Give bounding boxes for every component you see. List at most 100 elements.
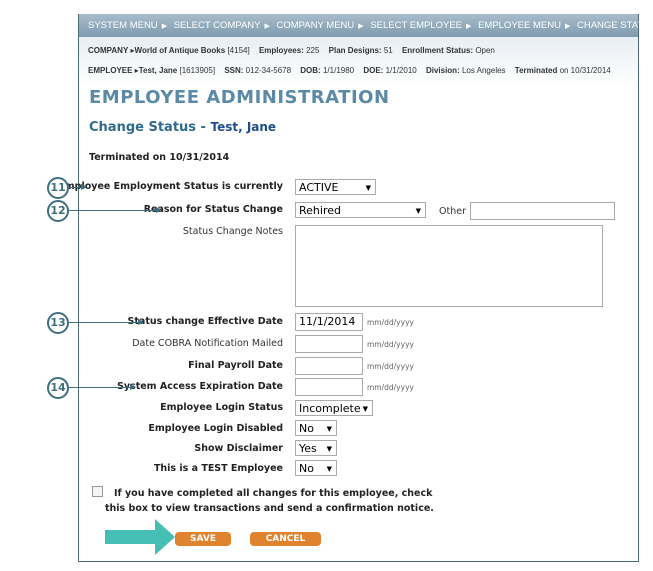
plans-label: Plan Designs: (328, 46, 382, 55)
callout-12: 12 (47, 200, 69, 222)
employee-name: Test, Jane (138, 66, 178, 75)
page-subtitle: Change Status - Test, Jane (89, 120, 276, 135)
employee-info: EMPLOYEE ▸Test, Jane [1613905] SSN: 012-… (88, 66, 611, 75)
notes-textarea[interactable] (295, 225, 603, 307)
date-format-hint: mm/dd/yyyy (367, 362, 414, 371)
chevron-right-icon: ▶ (161, 23, 168, 30)
notes-label: Status Change Notes (182, 226, 283, 237)
login-disabled-select[interactable]: No ▼ (295, 420, 337, 436)
callout-line (69, 210, 157, 211)
callout-line (69, 387, 131, 388)
callout-line (69, 187, 81, 188)
cobra-date-label: Date COBRA Notification Mailed (132, 338, 283, 349)
terminated-value: on 10/31/2014 (559, 66, 611, 75)
effective-date-label: Status change Effective Date (127, 316, 283, 327)
callout-14: 14 (47, 377, 69, 399)
dropdown-arrow-icon: ▼ (326, 445, 332, 453)
enroll-label: Enrollment Status: (401, 46, 474, 55)
enroll-status: Open (475, 46, 495, 55)
plans-count: 51 (383, 46, 393, 55)
employee-label: EMPLOYEE (88, 66, 133, 75)
company-id: [4154] (227, 46, 250, 55)
division-label: Division: (425, 66, 460, 75)
subtitle-text: Change Status - (89, 120, 211, 135)
info-bar: COMPANY ▸World of Antique Books [4154] E… (79, 37, 638, 86)
division-value: Los Angeles (461, 66, 506, 75)
arrowhead-icon (156, 207, 162, 213)
disclaimer-select[interactable]: Yes ▼ (295, 440, 337, 456)
callout-line (69, 322, 139, 323)
employees-count: 225 (306, 46, 320, 55)
arrow-pointer-icon (105, 519, 175, 555)
login-disabled-value: No (299, 422, 314, 435)
dropdown-arrow-icon: ▼ (415, 207, 421, 215)
dropdown-arrow-icon: ▼ (326, 465, 332, 473)
crumb-company-menu[interactable]: COMPANY MENU (277, 20, 355, 31)
crumb-change-status: CHANGE STATUS (576, 20, 653, 31)
dob-label: DOB: (300, 66, 321, 75)
access-date-label: System Access Expiration Date (117, 381, 283, 392)
subtitle-employee-name: Test, Jane (210, 120, 277, 134)
ssn-label: SSN: (224, 66, 244, 75)
crumb-system-menu[interactable]: SYSTEM MENU (88, 20, 158, 31)
date-format-hint: mm/dd/yyyy (367, 340, 414, 349)
status-select[interactable]: ACTIVE ▼ (295, 179, 376, 195)
cobra-date-input[interactable] (295, 335, 363, 353)
dropdown-arrow-icon: ▼ (365, 184, 371, 192)
dob-value: 1/1/1980 (322, 66, 355, 75)
other-label: Other (439, 206, 466, 217)
login-status-value: Incomplete (299, 402, 361, 415)
reason-select[interactable]: Rehired ▼ (295, 202, 426, 218)
terminated-note: Terminated on 10/31/2014 (89, 152, 230, 163)
chevron-right-icon: ▶ (358, 23, 364, 30)
test-employee-label: This is a TEST Employee (153, 463, 283, 474)
crumb-select-employee[interactable]: SELECT EMPLOYEE (370, 20, 462, 31)
doe-value: 1/1/2010 (385, 66, 417, 75)
disclaimer-label: Show Disclaimer (194, 443, 283, 454)
confirm-text: If you have completed all changes for th… (105, 488, 434, 514)
ssn-value: 012-34-5678 (245, 66, 292, 75)
confirm-checkbox[interactable] (92, 486, 103, 497)
login-status-label: Employee Login Status (160, 402, 283, 413)
terminated-label: Terminated (514, 66, 558, 75)
access-date-input[interactable] (295, 378, 363, 396)
chevron-right-icon: ▶ (564, 23, 571, 30)
disclaimer-value: Yes (299, 442, 317, 455)
callout-13: 13 (47, 312, 69, 334)
status-label: Employee Employment Status is currently (58, 181, 283, 192)
arrowhead-icon (138, 319, 144, 325)
cancel-button[interactable]: CANCEL (250, 532, 321, 546)
status-value: ACTIVE (299, 181, 339, 194)
login-status-select[interactable]: Incomplete ▼ (295, 400, 373, 416)
other-input[interactable] (470, 202, 615, 220)
reason-value: Rehired (299, 204, 341, 217)
page-title: EMPLOYEE ADMINISTRATION (89, 87, 390, 108)
employees-label: Employees: (258, 46, 304, 55)
payroll-date-label: Final Payroll Date (188, 360, 283, 371)
chevron-right-icon: ▶ (466, 23, 472, 30)
callout-11: 11 (47, 177, 69, 199)
dropdown-arrow-icon: ▼ (326, 425, 332, 433)
arrowhead-icon (81, 184, 87, 190)
test-employee-select[interactable]: No ▼ (295, 460, 337, 476)
company-name: World of Antique Books (134, 46, 226, 55)
reason-label: Reason for Status Change (143, 204, 283, 215)
crumb-employee-menu[interactable]: EMPLOYEE MENU (478, 20, 561, 31)
doe-label: DOE: (363, 66, 384, 75)
chevron-right-icon: ▶ (264, 23, 270, 30)
date-format-hint: mm/dd/yyyy (367, 383, 414, 392)
crumb-select-company[interactable]: SELECT COMPANY (174, 20, 261, 31)
dropdown-arrow-icon: ▼ (362, 405, 368, 413)
employee-id: [1613905] (179, 66, 216, 75)
date-format-hint: mm/dd/yyyy (367, 318, 414, 327)
company-label: COMPANY (88, 46, 129, 55)
login-disabled-label: Employee Login Disabled (148, 423, 283, 434)
test-employee-value: No (299, 462, 314, 475)
breadcrumb: SYSTEM MENU ▶ SELECT COMPANY ▶ COMPANY MEN… (79, 14, 653, 37)
main-window: SYSTEM MENU ▶ SELECT COMPANY ▶ COMPANY MEN… (58, 14, 653, 562)
effective-date-input[interactable]: 11/1/2014 (295, 313, 363, 331)
company-info: COMPANY ▸World of Antique Books [4154] E… (88, 46, 495, 55)
payroll-date-input[interactable] (295, 357, 363, 375)
arrowhead-icon (130, 384, 136, 390)
save-button[interactable]: SAVE (175, 532, 231, 546)
